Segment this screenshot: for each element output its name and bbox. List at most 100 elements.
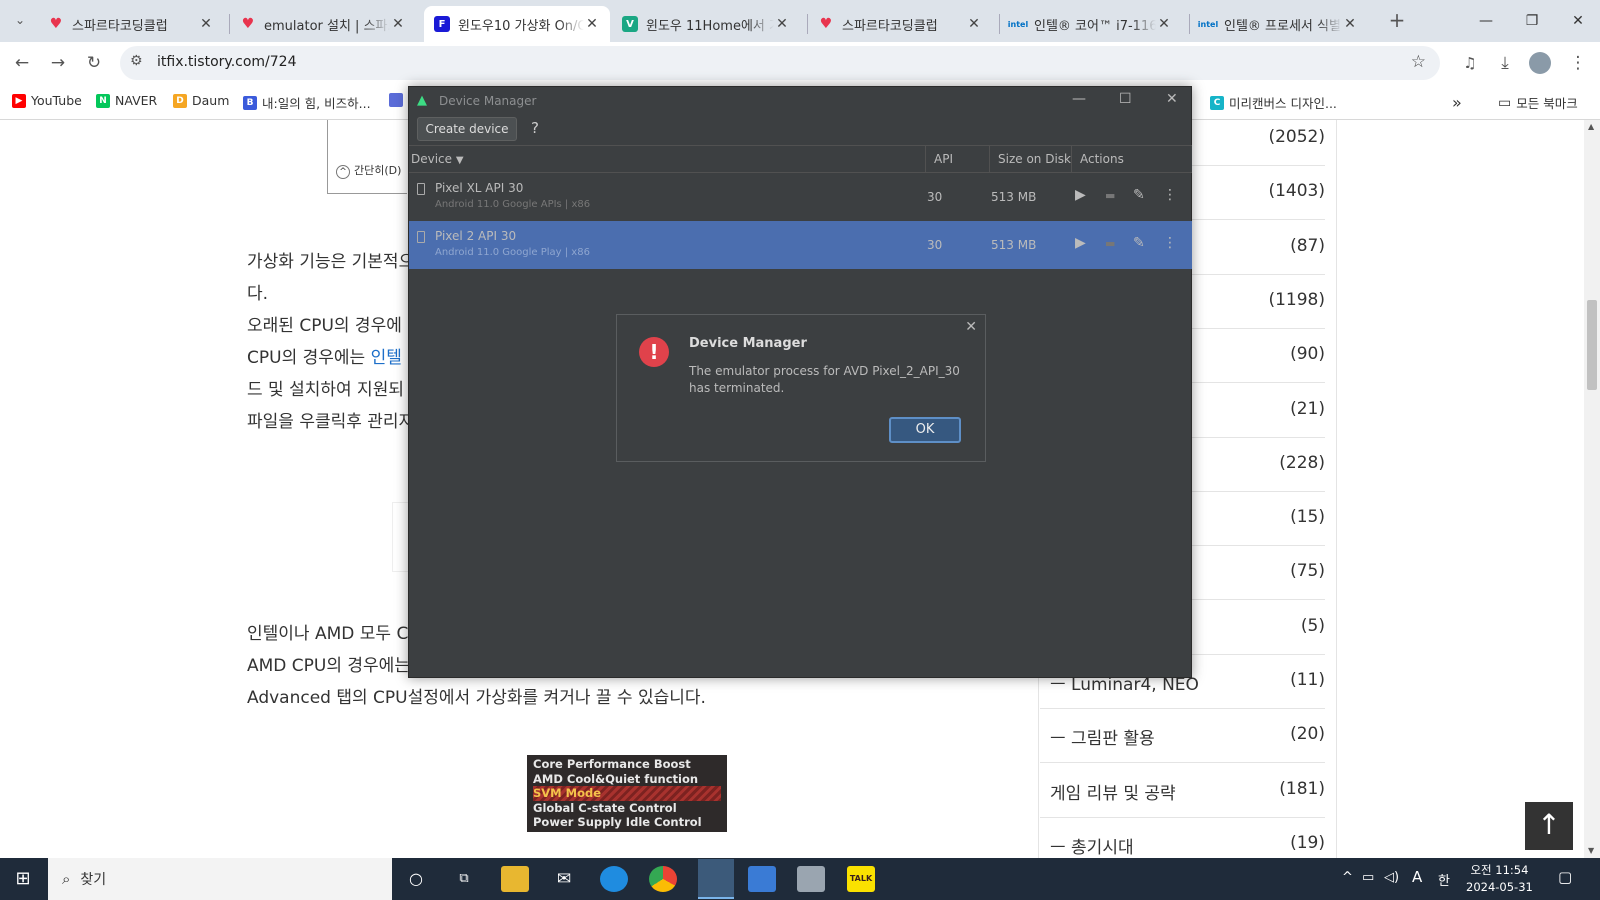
tray-chevron-up-icon[interactable]: ^ bbox=[1342, 870, 1353, 885]
tab-0[interactable]: ♥ 스파르타코딩클럽 ✕ bbox=[38, 6, 224, 42]
more-actions-icon[interactable]: ⋮ bbox=[1163, 187, 1177, 203]
device-manager-titlebar[interactable]: ▲ Device Manager — ☐ ✕ bbox=[409, 87, 1191, 115]
tab-close-icon[interactable]: ✕ bbox=[774, 16, 790, 32]
bookmark-daum[interactable]: D Daum bbox=[173, 93, 229, 108]
dialog-close-icon[interactable]: ✕ bbox=[965, 319, 977, 335]
device-row[interactable]: Pixel XL API 30 Android 11.0 Google APIs … bbox=[409, 173, 1192, 221]
close-window-button[interactable]: ✕ bbox=[1555, 8, 1600, 34]
tab-close-icon[interactable]: ✕ bbox=[1342, 16, 1358, 32]
device-row[interactable]: Pixel 2 API 30 Android 11.0 Google Play |… bbox=[409, 221, 1192, 269]
browser-menu-icon[interactable]: ⋮ bbox=[1566, 51, 1590, 75]
edit-pencil-icon[interactable]: ✎ bbox=[1133, 235, 1145, 251]
new-tab-button[interactable]: + bbox=[1385, 8, 1409, 32]
bookmark-extra[interactable] bbox=[389, 93, 408, 107]
chrome-icon[interactable] bbox=[649, 866, 677, 892]
media-control-icon[interactable]: ♫ bbox=[1458, 51, 1482, 75]
tab-6[interactable]: intel 인텔® 프로세서 식별 ✕ bbox=[1190, 6, 1368, 42]
tab-close-icon[interactable]: ✕ bbox=[584, 16, 600, 32]
body-line: 드 및 설치하여 지원되 bbox=[247, 380, 404, 400]
all-bookmarks[interactable]: ▭ 모든 북마크 bbox=[1498, 93, 1578, 112]
bookmark-star-icon[interactable]: ☆ bbox=[1411, 52, 1426, 72]
launch-play-icon[interactable]: ▶ bbox=[1075, 235, 1086, 251]
tab-close-icon[interactable]: ✕ bbox=[966, 16, 982, 32]
volume-icon[interactable]: ◁) bbox=[1384, 870, 1399, 885]
minimize-button[interactable]: — bbox=[1463, 8, 1509, 34]
restore-button[interactable]: ❐ bbox=[1509, 8, 1555, 34]
back-arrow-icon[interactable]: ← bbox=[10, 51, 34, 75]
dm-minimize-button[interactable]: — bbox=[1072, 91, 1086, 107]
mail-icon[interactable]: ✉ bbox=[550, 866, 578, 892]
tab-title: 인텔® 프로세서 식별 bbox=[1224, 18, 1341, 34]
edge-icon[interactable] bbox=[600, 866, 628, 892]
column-header-api[interactable]: API bbox=[925, 145, 989, 173]
kakaotalk-icon[interactable]: TALK bbox=[847, 866, 875, 892]
url-text[interactable]: itfix.tistory.com/724 bbox=[157, 54, 297, 70]
scrollbar-thumb[interactable] bbox=[1587, 300, 1597, 390]
edit-pencil-icon[interactable]: ✎ bbox=[1133, 187, 1145, 203]
tab-separator bbox=[807, 14, 808, 34]
notification-icon[interactable]: ▢ bbox=[1558, 868, 1572, 886]
ime-indicator[interactable]: A bbox=[1412, 868, 1422, 886]
tab-close-icon[interactable]: ✕ bbox=[390, 16, 406, 32]
v-icon: V bbox=[622, 16, 638, 32]
tab-close-icon[interactable]: ✕ bbox=[1156, 16, 1172, 32]
language-indicator[interactable]: 한 bbox=[1438, 870, 1450, 889]
tab-1[interactable]: ♥ emulator 설치 | 스파르타✕ bbox=[230, 6, 416, 42]
tab-search-chevron-icon[interactable]: ⌄ bbox=[8, 8, 32, 32]
category-count: (2052) bbox=[1268, 127, 1325, 147]
scroll-up-icon[interactable]: ▲ bbox=[1588, 122, 1594, 131]
download-icon[interactable]: ⤓ bbox=[1493, 51, 1517, 75]
tab-close-icon[interactable]: ✕ bbox=[198, 16, 214, 32]
category-item[interactable]: ㅡ 총기시대 (19) bbox=[1040, 818, 1325, 858]
bios-line: Core Performance Boost bbox=[533, 757, 691, 771]
bookmark-miricanvas[interactable]: C 미리캔버스 디자인... bbox=[1210, 93, 1337, 112]
collapse-toggle[interactable]: ^ 간단히(D) bbox=[336, 162, 401, 179]
cortana-icon[interactable]: ○ bbox=[402, 866, 430, 892]
column-header-size[interactable]: Size on Disk bbox=[989, 145, 1071, 173]
folder-icon[interactable]: ▬ bbox=[1105, 237, 1115, 250]
page-scrollbar[interactable]: ▲ ▼ bbox=[1584, 120, 1600, 858]
system-clock[interactable]: 오전 11:54 2024-05-31 bbox=[1466, 862, 1533, 896]
file-explorer-icon[interactable] bbox=[501, 866, 529, 892]
dm-close-button[interactable]: ✕ bbox=[1166, 91, 1178, 107]
tab-5[interactable]: intel 인텔® 코어™ i7-1165G7✕ bbox=[1000, 6, 1182, 42]
forward-arrow-icon[interactable]: → bbox=[46, 51, 70, 75]
more-actions-icon[interactable]: ⋮ bbox=[1163, 235, 1177, 251]
profile-avatar[interactable] bbox=[1529, 52, 1551, 74]
bookmark-bizha[interactable]: B 내:일의 힘, 비즈하... bbox=[243, 93, 371, 112]
scroll-to-top-button[interactable]: ↑ bbox=[1525, 802, 1573, 850]
column-header-device[interactable]: Device ▼ bbox=[409, 145, 925, 173]
network-icon[interactable]: ▭ bbox=[1362, 870, 1374, 885]
more-bookmarks-icon[interactable]: » bbox=[1452, 93, 1462, 112]
tab-4[interactable]: ♥ 스파르타코딩클럽 ✕ bbox=[808, 6, 992, 42]
bios-line: SVM Mode bbox=[533, 786, 721, 801]
help-button[interactable]: ? bbox=[531, 119, 539, 137]
category-name: 게임 리뷰 및 공략 bbox=[1050, 783, 1176, 804]
task-view-icon[interactable]: ⧉ bbox=[450, 866, 478, 892]
dm-maximize-button[interactable]: ☐ bbox=[1119, 91, 1132, 107]
category-item[interactable]: 게임 리뷰 및 공략 (181) bbox=[1040, 764, 1325, 818]
address-bar[interactable]: ⚙ itfix.tistory.com/724 ☆ bbox=[120, 46, 1440, 80]
create-device-button[interactable]: Create device bbox=[417, 117, 517, 141]
tab-3[interactable]: V 윈도우 11Home에서 가상화✕ bbox=[612, 6, 800, 42]
category-item[interactable]: ㅡ 그림판 활용 (20) bbox=[1040, 709, 1325, 764]
bios-screenshot: Core Performance Boost AMD Cool&Quiet fu… bbox=[527, 755, 727, 832]
folder-icon[interactable]: ▬ bbox=[1105, 189, 1115, 202]
launch-play-icon[interactable]: ▶ bbox=[1075, 187, 1086, 203]
scroll-down-icon[interactable]: ▼ bbox=[1588, 846, 1594, 855]
bookmark-naver[interactable]: N NAVER bbox=[96, 93, 157, 108]
utility-app-icon[interactable] bbox=[797, 866, 825, 892]
tab-separator bbox=[1189, 14, 1190, 34]
column-header-actions[interactable]: Actions bbox=[1071, 145, 1192, 173]
device-api: 30 bbox=[927, 238, 943, 252]
tab-2[interactable]: F 윈도우10 가상화 On/Off ✕ bbox=[424, 6, 610, 42]
ok-button[interactable]: OK bbox=[889, 417, 961, 443]
android-studio-icon[interactable] bbox=[698, 859, 734, 899]
site-info-icon[interactable]: ⚙ bbox=[130, 53, 143, 69]
bookmark-youtube[interactable]: ▶ YouTube bbox=[12, 93, 82, 108]
taskbar-search-box[interactable]: ⌕ 찾기 bbox=[48, 858, 392, 900]
intel-link[interactable]: 인텔 bbox=[371, 348, 402, 368]
app-window-icon[interactable] bbox=[748, 866, 776, 892]
reload-icon[interactable]: ↻ bbox=[82, 51, 106, 75]
windows-start-icon[interactable]: ⊞ bbox=[0, 858, 46, 900]
